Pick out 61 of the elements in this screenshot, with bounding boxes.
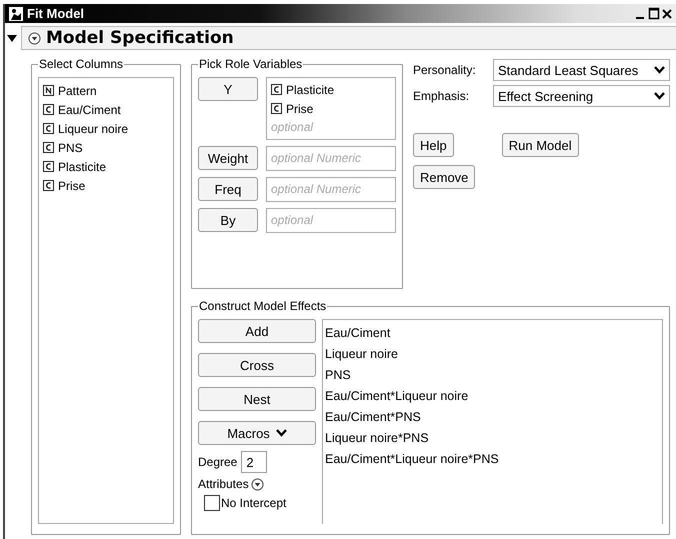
role-button[interactable]: Y: [198, 77, 258, 101]
caret-icon: [654, 92, 665, 100]
role-list[interactable]: Plasticite Prise optional: [266, 77, 396, 140]
disclosure-icon[interactable]: [250, 478, 264, 490]
maximize-icon[interactable]: [648, 7, 660, 20]
effect-item[interactable]: Eau/Ciment*PNS: [325, 407, 660, 428]
continuous-column-icon: [271, 84, 282, 95]
group-title: Pick Role Variables: [198, 57, 304, 71]
continuous-column-icon: [43, 104, 54, 115]
effect-item[interactable]: PNS: [325, 365, 660, 386]
group-title: Construct Model Effects: [198, 299, 328, 313]
role-placeholder: optional Numeric: [271, 181, 362, 198]
column-item[interactable]: Pattern: [58, 84, 97, 98]
role-button[interactable]: Weight: [198, 146, 258, 170]
column-item[interactable]: Plasticite: [286, 82, 334, 96]
app-icon: [9, 6, 23, 20]
continuous-column-icon: [43, 180, 54, 191]
disclosure-icon[interactable]: [28, 32, 41, 44]
effect-item[interactable]: Liqueur noire: [325, 344, 660, 365]
continuous-column-icon: [43, 142, 54, 153]
effect-item[interactable]: Eau/Ciment*Liqueur noire*PNS: [325, 449, 660, 470]
remove-button[interactable]: Remove: [413, 165, 476, 189]
field-label: Personality:: [413, 63, 477, 77]
help-button[interactable]: Help: [413, 133, 454, 157]
column-item[interactable]: Prise: [58, 178, 86, 192]
column-item[interactable]: PNS: [58, 140, 83, 154]
effect-button[interactable]: Cross: [198, 353, 316, 377]
group-title: Select Columns: [38, 57, 124, 71]
run-model-button[interactable]: Run Model: [502, 133, 579, 157]
role-placeholder: optional: [271, 212, 314, 229]
effect-button[interactable]: Add: [198, 319, 316, 343]
window-title: Fit Model: [27, 6, 84, 21]
degree-label: Degree: [198, 455, 238, 469]
column-item[interactable]: Plasticite: [58, 160, 106, 174]
role-button[interactable]: By: [198, 208, 258, 232]
role-placeholder: optional Numeric: [271, 150, 362, 167]
outline-title: Model Specification: [46, 28, 234, 48]
continuous-column-icon: [43, 123, 54, 134]
effect-item[interactable]: Eau/Ciment*Liqueur noire: [325, 386, 660, 407]
caret-icon: [276, 429, 287, 437]
attributes-label: Attributes: [198, 477, 249, 491]
expanded-triangle-icon[interactable]: [7, 33, 17, 43]
macros-dropdown[interactable]: Macros: [198, 421, 316, 445]
emphasis-dropdown[interactable]: Effect Screening: [493, 85, 670, 107]
continuous-column-icon: [43, 161, 54, 172]
pattern-column-icon: [43, 85, 54, 96]
effect-button[interactable]: Nest: [198, 387, 316, 411]
column-item[interactable]: Eau/Ciment: [58, 102, 121, 116]
degree-field[interactable]: 2: [241, 451, 268, 473]
role-placeholder: optional: [271, 119, 314, 136]
close-icon[interactable]: [662, 7, 672, 20]
column-item[interactable]: Prise: [286, 102, 314, 116]
effect-item[interactable]: Eau/Ciment: [325, 323, 660, 344]
field-label: Emphasis:: [413, 89, 470, 103]
personality-dropdown[interactable]: Standard Least Squares: [493, 59, 670, 81]
column-item[interactable]: Liqueur noire: [58, 122, 128, 136]
no-intercept-checkbox[interactable]: No Intercept: [204, 495, 316, 511]
caret-icon: [654, 66, 665, 74]
effect-item[interactable]: Liqueur noire*PNS: [325, 428, 660, 449]
continuous-column-icon: [271, 103, 282, 114]
role-button[interactable]: Freq: [198, 177, 258, 201]
